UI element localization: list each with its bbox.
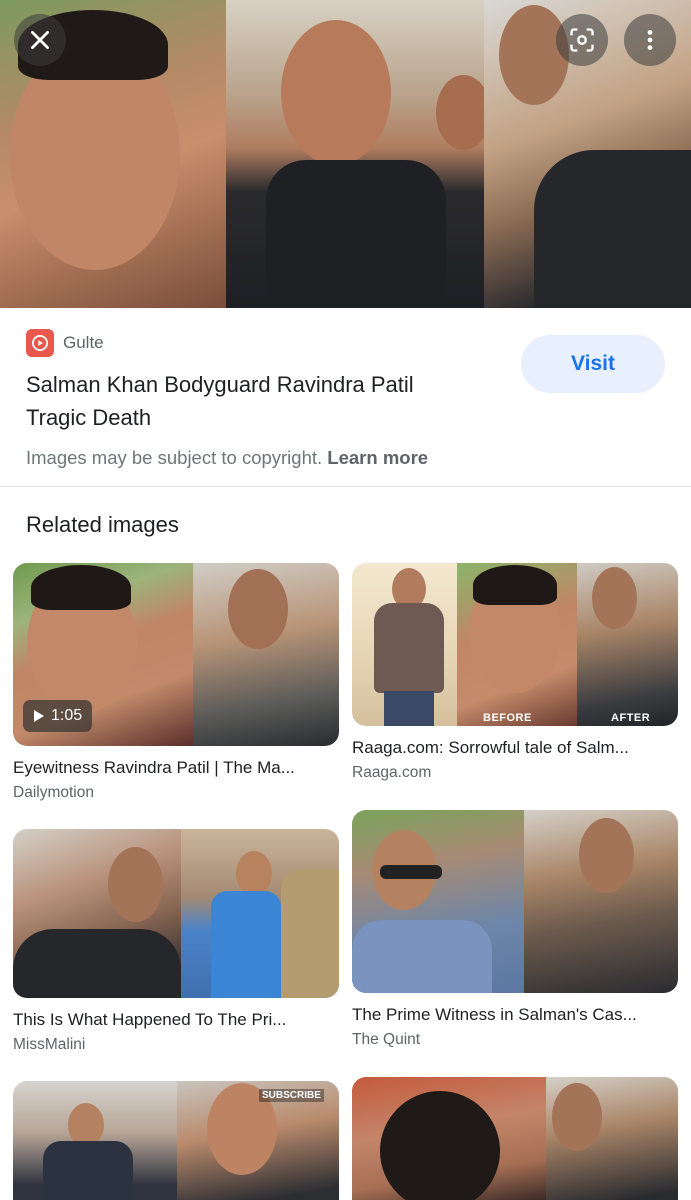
- more-options-button[interactable]: [624, 14, 676, 66]
- related-image-site: MissMalini: [13, 1036, 86, 1053]
- related-image-site: Raaga.com: [352, 764, 432, 781]
- related-image-caption: Raaga.com: Sorrowful tale of Salm...: [352, 738, 629, 757]
- visit-button[interactable]: Visit: [521, 335, 665, 393]
- related-image-card[interactable]: SUBSCRIBE: [13, 1081, 339, 1200]
- subscribe-badge: SUBSCRIBE: [259, 1089, 324, 1102]
- related-image-thumbnail[interactable]: [13, 829, 339, 998]
- copyright-text: Images may be subject to copyright.: [26, 447, 323, 468]
- after-label: AFTER: [611, 712, 651, 724]
- image-panel-2: [226, 0, 484, 308]
- close-icon: [31, 31, 49, 49]
- related-image-caption: The Prime Witness in Salman's Cas...: [352, 1005, 637, 1024]
- related-image-caption: This Is What Happened To The Pri...: [13, 1010, 287, 1029]
- related-image-caption: Eyewitness Ravindra Patil | The Ma...: [13, 758, 295, 777]
- before-label: BEFORE: [483, 712, 532, 724]
- related-images-heading: Related images: [26, 512, 179, 537]
- lens-button[interactable]: [556, 14, 608, 66]
- related-image-thumbnail[interactable]: BEFORE AFTER: [352, 563, 678, 726]
- video-duration: 1:05: [51, 707, 83, 724]
- related-image-card[interactable]: This Is What Happened To The Pri... Miss…: [13, 829, 339, 1054]
- related-image-card[interactable]: The Prime Witness in Salman's Cas... The…: [352, 810, 678, 1049]
- related-image-thumbnail[interactable]: SUBSCRIBE: [13, 1081, 339, 1200]
- related-image-card[interactable]: BEFORE AFTER Raaga.com: Sorrowful tale o…: [352, 563, 678, 782]
- image-title-line-1: Salman Khan Bodyguard Ravindra Patil: [26, 372, 414, 397]
- play-icon: [34, 710, 44, 722]
- related-image-thumbnail[interactable]: [352, 1077, 678, 1200]
- lens-icon: [570, 28, 594, 52]
- gulte-logo-icon: [26, 329, 54, 357]
- related-image-site: The Quint: [352, 1031, 421, 1048]
- image-title[interactable]: Salman Khan Bodyguard Ravindra Patil Tra…: [26, 368, 496, 434]
- related-image-thumbnail[interactable]: 1:05: [13, 563, 339, 746]
- more-vert-icon: [647, 30, 653, 50]
- source-row[interactable]: Gulte: [26, 329, 104, 357]
- related-image-site: Dailymotion: [13, 784, 94, 801]
- divider: [0, 486, 691, 487]
- close-button[interactable]: [14, 14, 66, 66]
- related-image-thumbnail[interactable]: [352, 810, 678, 993]
- learn-more-link[interactable]: Learn more: [327, 447, 428, 468]
- source-name: Gulte: [63, 333, 104, 352]
- related-image-card[interactable]: [352, 1077, 678, 1200]
- related-image-card[interactable]: 1:05 Eyewitness Ravindra Patil | The Ma.…: [13, 563, 339, 802]
- image-title-line-2: Tragic Death: [26, 405, 152, 430]
- video-duration-badge: 1:05: [23, 700, 93, 732]
- copyright-notice: Images may be subject to copyright. Lear…: [26, 447, 428, 469]
